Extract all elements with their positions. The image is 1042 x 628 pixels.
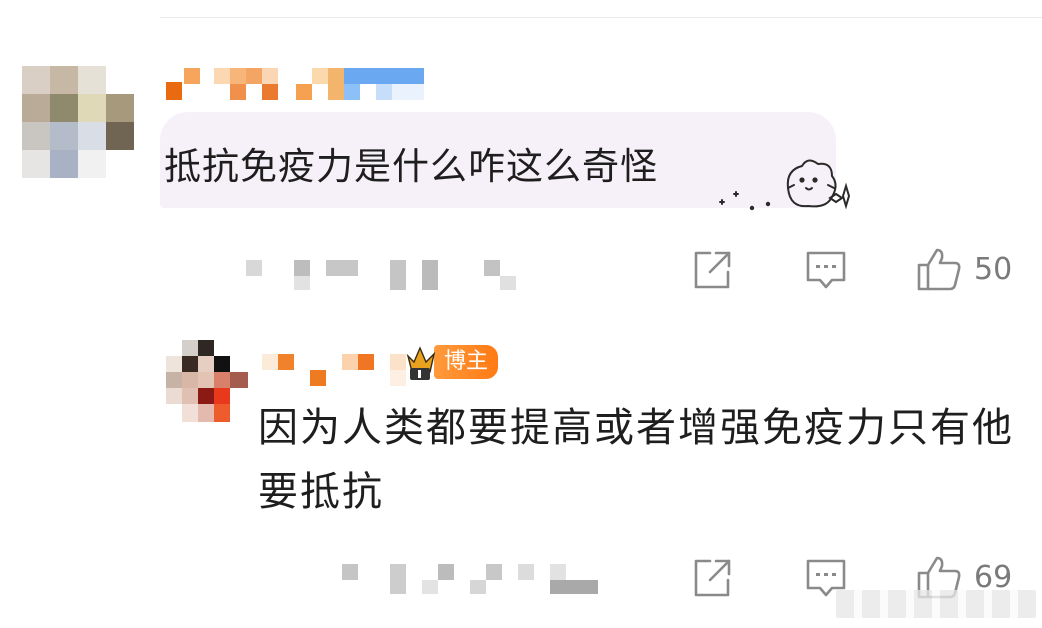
commenter-avatar[interactable] — [22, 66, 134, 178]
comment-icon — [806, 251, 846, 289]
share-icon — [694, 559, 731, 597]
thumbs-up-icon — [917, 248, 961, 291]
badge-label: 博主 — [434, 345, 499, 379]
blogger-badge: 博主 — [406, 342, 499, 382]
commenter-name[interactable] — [166, 68, 424, 102]
reply-meta — [342, 560, 602, 594]
blogger-name[interactable] — [262, 354, 408, 388]
crown-icon — [406, 342, 436, 382]
like-button[interactable]: 50 — [916, 246, 1012, 292]
like-count: 50 — [974, 251, 1013, 287]
comment-text: 抵抗免疫力是什么咋这么奇怪 — [164, 145, 658, 188]
reply-share-button[interactable] — [692, 558, 732, 598]
blogger-avatar[interactable] — [166, 340, 248, 422]
share-button[interactable] — [692, 250, 732, 290]
share-icon — [694, 251, 731, 289]
comment-meta — [246, 256, 526, 290]
reply-text: 因为人类都要提高或者增强免疫力只有他要抵抗 — [258, 405, 1014, 515]
sparkle-sticker-icon — [719, 159, 851, 211]
top-divider — [160, 17, 1042, 18]
watermark — [836, 590, 1036, 618]
comment-button[interactable] — [805, 250, 847, 292]
